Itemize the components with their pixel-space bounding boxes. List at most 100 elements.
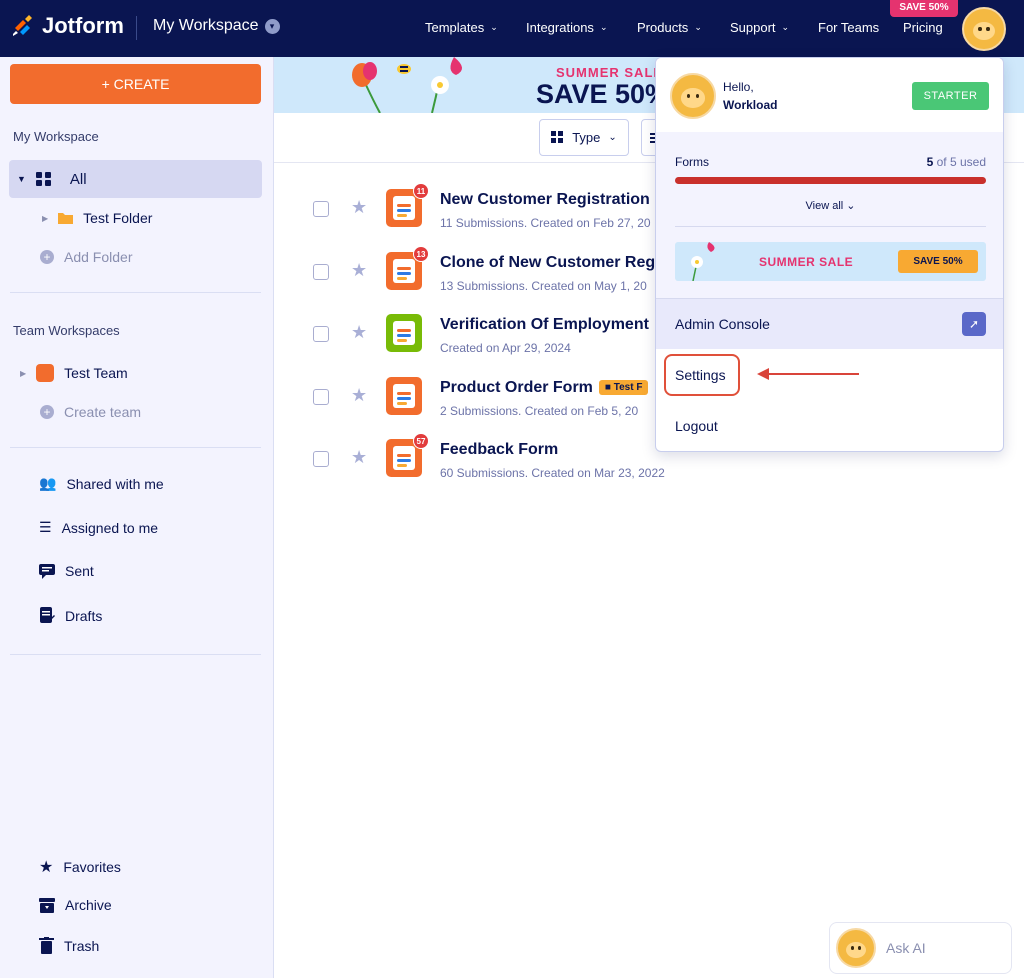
chevron-down-icon: ⌄ (599, 22, 608, 32)
form-title-text: Product Order Form (440, 378, 593, 396)
create-team-button[interactable]: + Create team (40, 404, 141, 420)
star-icon[interactable]: ★ (351, 447, 367, 468)
sidebar-item-label: Archive (65, 897, 112, 913)
nav-pricing[interactable]: Pricing (903, 20, 943, 35)
sidebar-item-label: Sent (65, 563, 94, 579)
add-folder-button[interactable]: + Add Folder (40, 249, 132, 265)
form-icon (386, 314, 422, 352)
view-all-button[interactable]: View all ⌄ (656, 199, 1003, 212)
nav-support[interactable]: Support ⌄ (730, 20, 789, 35)
archive-icon (39, 898, 55, 913)
jotform-logo-icon (13, 15, 32, 36)
checklist-icon: ☰ (39, 519, 52, 535)
logout-item[interactable]: Logout (675, 418, 718, 434)
submission-count-badge: 57 (413, 433, 429, 449)
sidebar-item-archive[interactable]: Archive (39, 897, 112, 913)
star-icon: ★ (39, 859, 54, 876)
promo-badge[interactable]: SAVE 50% (890, 0, 958, 17)
banner-title: SUMMER SALE (556, 65, 664, 80)
row-checkbox[interactable] (313, 201, 329, 217)
admin-console-item[interactable]: Admin Console ➚ (656, 298, 1003, 349)
chevron-down-icon: ⌄ (781, 22, 790, 32)
row-checkbox[interactable] (313, 326, 329, 342)
account-header: Hello, Workload STARTER (656, 58, 1003, 132)
plus-circle-icon: + (40, 250, 54, 264)
sidebar-item-test-team[interactable]: ▶ Test Team (20, 364, 128, 382)
nav-label: For Teams (818, 20, 880, 35)
user-avatar[interactable] (962, 7, 1006, 51)
folder-icon (58, 213, 74, 224)
sidebar-item-test-folder[interactable]: ▶ Test Folder (42, 210, 152, 226)
star-icon[interactable]: ★ (351, 197, 367, 218)
form-title[interactable]: Feedback Form (440, 441, 558, 459)
ask-ai-button[interactable]: Ask AI (829, 922, 1012, 974)
settings-item[interactable]: Settings (675, 367, 726, 383)
plan-badge[interactable]: STARTER (912, 82, 989, 110)
chevron-down-icon: ⌄ (694, 22, 702, 32)
sidebar-item-label: Test Team (64, 365, 128, 381)
row-checkbox[interactable] (313, 263, 329, 280)
caret-down-icon: ▼ (17, 174, 26, 184)
nav-for-teams[interactable]: For Teams (818, 20, 879, 35)
save-50-button[interactable]: SAVE 50% (898, 250, 978, 273)
form-title-text: Feedback Form (440, 441, 559, 458)
nav-label: Pricing (903, 20, 943, 35)
sidebar-item-sent[interactable]: Sent (39, 563, 94, 579)
chevron-down-icon: ⌄ (490, 22, 498, 32)
form-meta: Created on Apr 29, 2024 (440, 341, 571, 355)
folder-tag[interactable]: ■ Test F (598, 379, 649, 395)
user-name: Workload (723, 98, 778, 112)
sidebar-item-shared[interactable]: 👥 Shared with me (39, 475, 164, 492)
banner-headline: SAVE 50% (536, 79, 670, 109)
divider (10, 654, 261, 655)
nav-integrations[interactable]: Integrations ⌄ (526, 20, 607, 35)
usage-panel: Forms 5 of 5 used View all ⌄ SUMMER SALE… (656, 132, 1003, 298)
trash-icon (39, 937, 54, 954)
form-title[interactable]: Clone of New Customer Reg (440, 254, 655, 272)
top-navbar: Jotform My Workspace ▾ Templates ⌄ Integr… (0, 0, 1024, 57)
workspace-label: My Workspace (153, 17, 259, 34)
star-icon[interactable]: ★ (351, 260, 367, 281)
row-checkbox[interactable] (313, 388, 329, 405)
type-filter-button[interactable]: Type ⌄ (539, 119, 629, 156)
usage-count: 5 of 5 used (927, 155, 986, 169)
create-button[interactable]: + CREATE (10, 64, 261, 104)
sidebar: + CREATE My Workspace ▼ All ▶ Test Folde… (0, 57, 274, 978)
rocket-icon: ➚ (962, 312, 986, 336)
section-my-workspace: My Workspace (13, 129, 99, 144)
create-team-label: Create team (64, 404, 142, 420)
flowers-illustration (352, 57, 463, 113)
sidebar-item-drafts[interactable]: Drafts (39, 607, 102, 624)
caret-right-icon: ▶ (20, 368, 27, 378)
flower-illustration (691, 242, 715, 281)
workspace-switcher[interactable]: My Workspace ▾ (153, 17, 280, 35)
usage-progress-fill (675, 177, 986, 184)
sidebar-item-trash[interactable]: Trash (39, 937, 99, 954)
nav-products[interactable]: Products ⌄ (637, 20, 702, 35)
admin-console-label: Admin Console (675, 316, 770, 332)
sale-banner[interactable]: SUMMER SALE SAVE 50% (675, 242, 986, 281)
chevron-down-icon: ⌄ (608, 132, 617, 143)
grid-icon (551, 131, 564, 143)
sidebar-item-all[interactable]: ▼ All (9, 160, 262, 198)
jotform-logo[interactable]: Jotform (12, 13, 124, 39)
pointer-arrow (757, 368, 859, 380)
form-title[interactable]: Verification Of Employment (440, 316, 649, 334)
sidebar-item-assigned[interactable]: ☰ Assigned to me (39, 519, 158, 536)
star-icon[interactable]: ★ (351, 385, 367, 406)
usage-progress-bar (675, 177, 986, 184)
chevron-down-icon: ▾ (264, 18, 280, 34)
row-checkbox[interactable] (313, 451, 329, 467)
form-title[interactable]: New Customer Registration (440, 191, 650, 209)
ask-ai-label: Ask AI (886, 940, 926, 956)
star-icon[interactable]: ★ (351, 322, 367, 343)
form-title[interactable]: Product Order Form ■ Test F (440, 378, 649, 397)
nav-templates[interactable]: Templates ⌄ (425, 20, 498, 35)
sidebar-item-favorites[interactable]: ★ Favorites (39, 857, 121, 877)
sidebar-item-label: Shared with me (66, 475, 164, 492)
sidebar-item-label: Assigned to me (61, 519, 159, 536)
sidebar-item-label: Favorites (63, 859, 121, 875)
nav-label: Templates (425, 20, 485, 35)
brand-name: Jotform (42, 13, 124, 38)
form-meta: 11 Submissions. Created on Feb 27, 20 (440, 216, 651, 230)
